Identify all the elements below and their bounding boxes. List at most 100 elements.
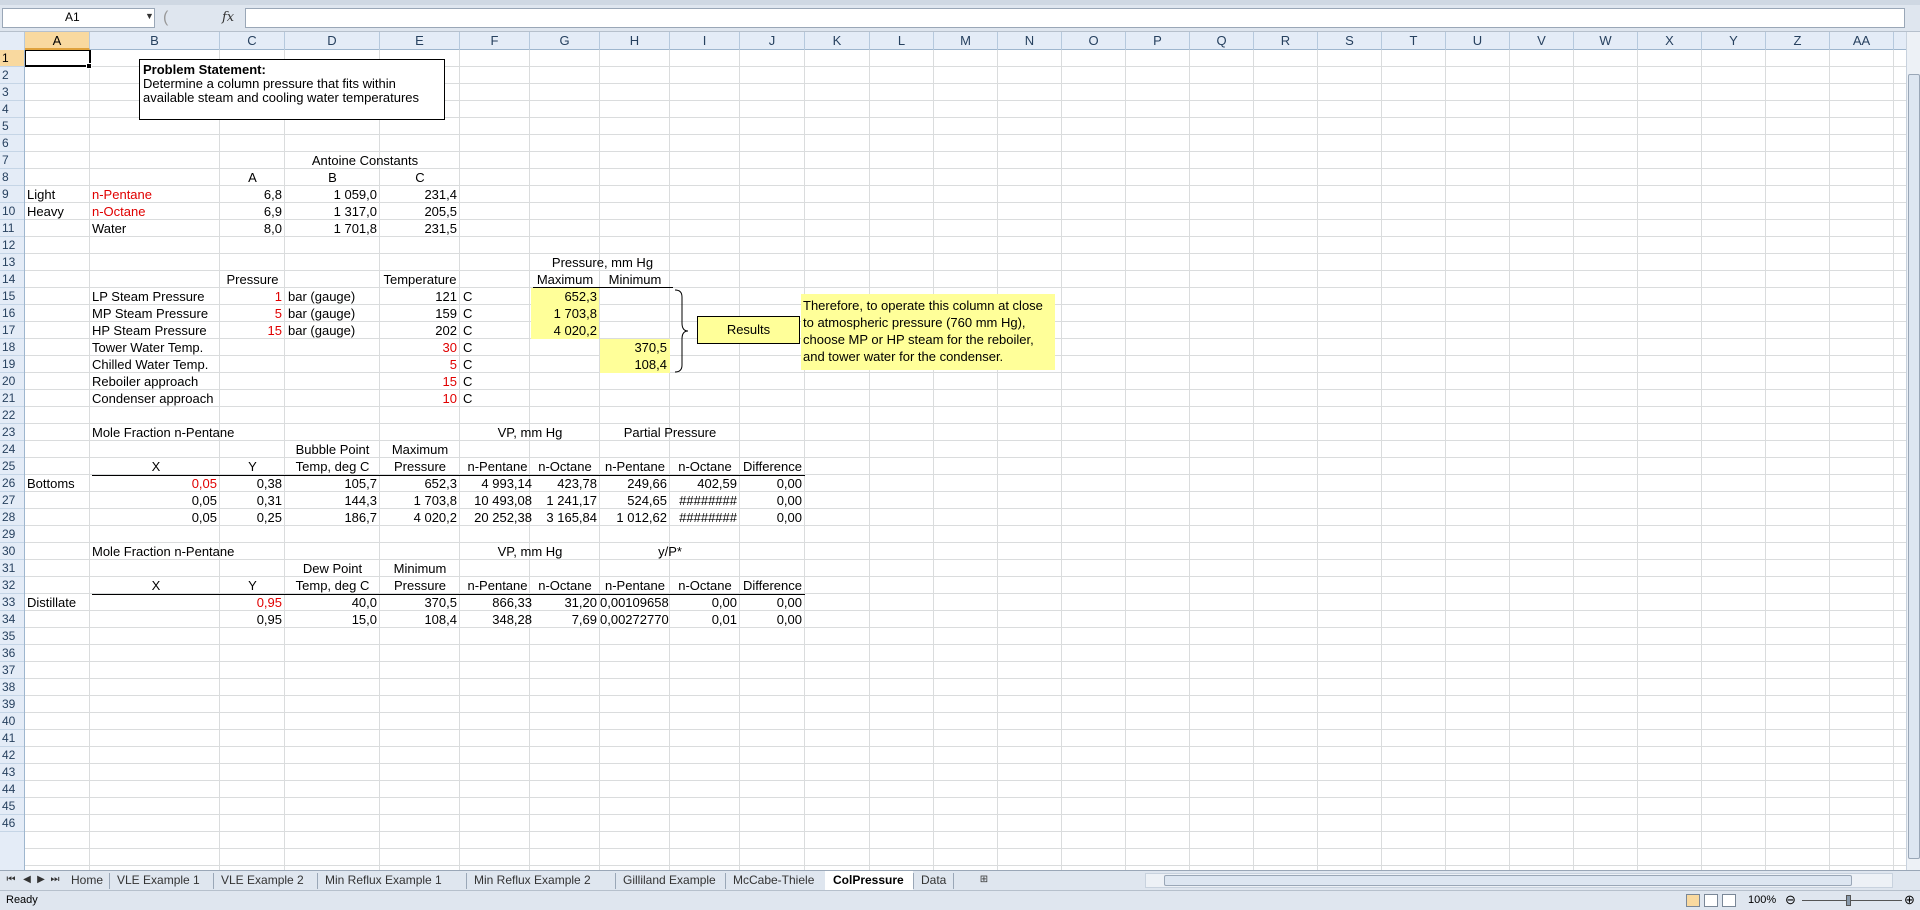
pressure-input[interactable]: 15	[220, 322, 282, 339]
pressure-input[interactable]: 5	[220, 305, 282, 322]
tab-gilliland-example[interactable]: Gilliland Example	[615, 871, 725, 890]
row-header-24[interactable]: 24	[0, 441, 24, 458]
chevron-down-icon[interactable]: ▼	[145, 11, 154, 21]
row-header-33[interactable]: 33	[0, 594, 24, 611]
column-header-l[interactable]: L	[870, 32, 934, 50]
row-header-12[interactable]: 12	[0, 237, 24, 254]
row-header-27[interactable]: 27	[0, 492, 24, 509]
row-header-18[interactable]: 18	[0, 339, 24, 356]
column-header-q[interactable]: Q	[1190, 32, 1254, 50]
row-header-29[interactable]: 29	[0, 526, 24, 543]
column-header-m[interactable]: M	[934, 32, 998, 50]
tab-vle-example-1[interactable]: VLE Example 1	[109, 871, 213, 890]
column-header-p[interactable]: P	[1126, 32, 1190, 50]
column-header-x[interactable]: X	[1638, 32, 1702, 50]
row-header-6[interactable]: 6	[0, 135, 24, 152]
temperature-value[interactable]: 5	[380, 356, 457, 373]
column-header-f[interactable]: F	[460, 32, 530, 50]
row-header-21[interactable]: 21	[0, 390, 24, 407]
tab-min-reflux-example-2[interactable]: Min Reflux Example 2	[466, 871, 615, 890]
column-header-h[interactable]: H	[600, 32, 670, 50]
row-header-8[interactable]: 8	[0, 169, 24, 186]
zoom-out-icon[interactable]: ⊖	[1785, 892, 1796, 908]
pressure-input[interactable]: 1	[220, 288, 282, 305]
row-header-30[interactable]: 30	[0, 543, 24, 560]
row-header-3[interactable]: 3	[0, 84, 24, 101]
column-header-e[interactable]: E	[380, 32, 460, 50]
row-header-13[interactable]: 13	[0, 254, 24, 271]
results-box[interactable]: Results	[697, 316, 800, 344]
column-header-y[interactable]: Y	[1702, 32, 1766, 50]
column-header-a[interactable]: A	[25, 32, 90, 50]
row-header-32[interactable]: 32	[0, 577, 24, 594]
column-header-b[interactable]: B	[90, 32, 220, 50]
column-header-n[interactable]: N	[998, 32, 1062, 50]
conclusion-note[interactable]: Therefore, to operate this column at clo…	[801, 294, 1055, 370]
column-header-s[interactable]: S	[1318, 32, 1382, 50]
row-header-41[interactable]: 41	[0, 730, 24, 747]
row-header-1[interactable]: 1	[0, 50, 24, 67]
temperature-value[interactable]: 10	[380, 390, 457, 407]
next-sheet-icon[interactable]: ▶	[34, 873, 48, 887]
formula-input[interactable]	[245, 8, 1905, 28]
tab-vle-example-2[interactable]: VLE Example 2	[213, 871, 317, 890]
zoom-slider[interactable]	[1802, 900, 1902, 901]
column-header-o[interactable]: O	[1062, 32, 1126, 50]
column-header-c[interactable]: C	[220, 32, 285, 50]
row-header-40[interactable]: 40	[0, 713, 24, 730]
row-header-31[interactable]: 31	[0, 560, 24, 577]
page-break-view-icon[interactable]	[1722, 894, 1736, 907]
row-header-4[interactable]: 4	[0, 101, 24, 118]
row-header-16[interactable]: 16	[0, 305, 24, 322]
row-header-45[interactable]: 45	[0, 798, 24, 815]
horizontal-scroll-thumb[interactable]	[1164, 875, 1852, 886]
row-header-10[interactable]: 10	[0, 203, 24, 220]
row-header-28[interactable]: 28	[0, 509, 24, 526]
selected-cell[interactable]	[25, 50, 91, 67]
column-header-i[interactable]: I	[670, 32, 740, 50]
pressure-input[interactable]	[220, 373, 282, 390]
name-box[interactable]: A1	[2, 8, 155, 28]
insert-sheet-icon[interactable]: ⊞	[977, 873, 991, 887]
vertical-scroll-thumb[interactable]	[1908, 74, 1920, 859]
column-header-r[interactable]: R	[1254, 32, 1318, 50]
pressure-input[interactable]	[220, 390, 282, 407]
row-header-20[interactable]: 20	[0, 373, 24, 390]
row-header-44[interactable]: 44	[0, 781, 24, 798]
zoom-level[interactable]: 100%	[1748, 894, 1776, 906]
column-header-d[interactable]: D	[285, 32, 380, 50]
row-header-5[interactable]: 5	[0, 118, 24, 135]
column-header-w[interactable]: W	[1574, 32, 1638, 50]
temperature-value[interactable]: 30	[380, 339, 457, 356]
column-header-k[interactable]: K	[805, 32, 870, 50]
tab-home[interactable]: Home	[63, 871, 109, 890]
row-header-37[interactable]: 37	[0, 662, 24, 679]
row-header-34[interactable]: 34	[0, 611, 24, 628]
tab-mccabe-thiele[interactable]: McCabe-Thiele	[725, 871, 825, 890]
last-sheet-icon[interactable]: ⏭	[48, 873, 62, 887]
normal-view-icon[interactable]	[1686, 894, 1700, 907]
horizontal-scrollbar[interactable]	[1145, 873, 1893, 888]
row-header-2[interactable]: 2	[0, 67, 24, 84]
column-header-j[interactable]: J	[740, 32, 805, 50]
row-header-46[interactable]: 46	[0, 815, 24, 832]
row-header-39[interactable]: 39	[0, 696, 24, 713]
row-header-42[interactable]: 42	[0, 747, 24, 764]
tab-colpressure[interactable]: ColPressure	[825, 871, 913, 890]
fill-handle[interactable]	[86, 63, 92, 69]
row-header-9[interactable]: 9	[0, 186, 24, 203]
vertical-scrollbar[interactable]	[1906, 32, 1920, 870]
pressure-input[interactable]	[220, 339, 282, 356]
row-header-43[interactable]: 43	[0, 764, 24, 781]
first-sheet-icon[interactable]: ⏮	[4, 873, 18, 887]
tab-min-reflux-example-1[interactable]: Min Reflux Example 1	[317, 871, 466, 890]
row-header-22[interactable]: 22	[0, 407, 24, 424]
column-header-u[interactable]: U	[1446, 32, 1510, 50]
row-header-11[interactable]: 11	[0, 220, 24, 237]
row-header-35[interactable]: 35	[0, 628, 24, 645]
row-header-19[interactable]: 19	[0, 356, 24, 373]
problem-statement-box[interactable]: Problem Statement: Determine a column pr…	[139, 59, 445, 120]
row-header-23[interactable]: 23	[0, 424, 24, 441]
row-header-15[interactable]: 15	[0, 288, 24, 305]
page-layout-view-icon[interactable]	[1704, 894, 1718, 907]
